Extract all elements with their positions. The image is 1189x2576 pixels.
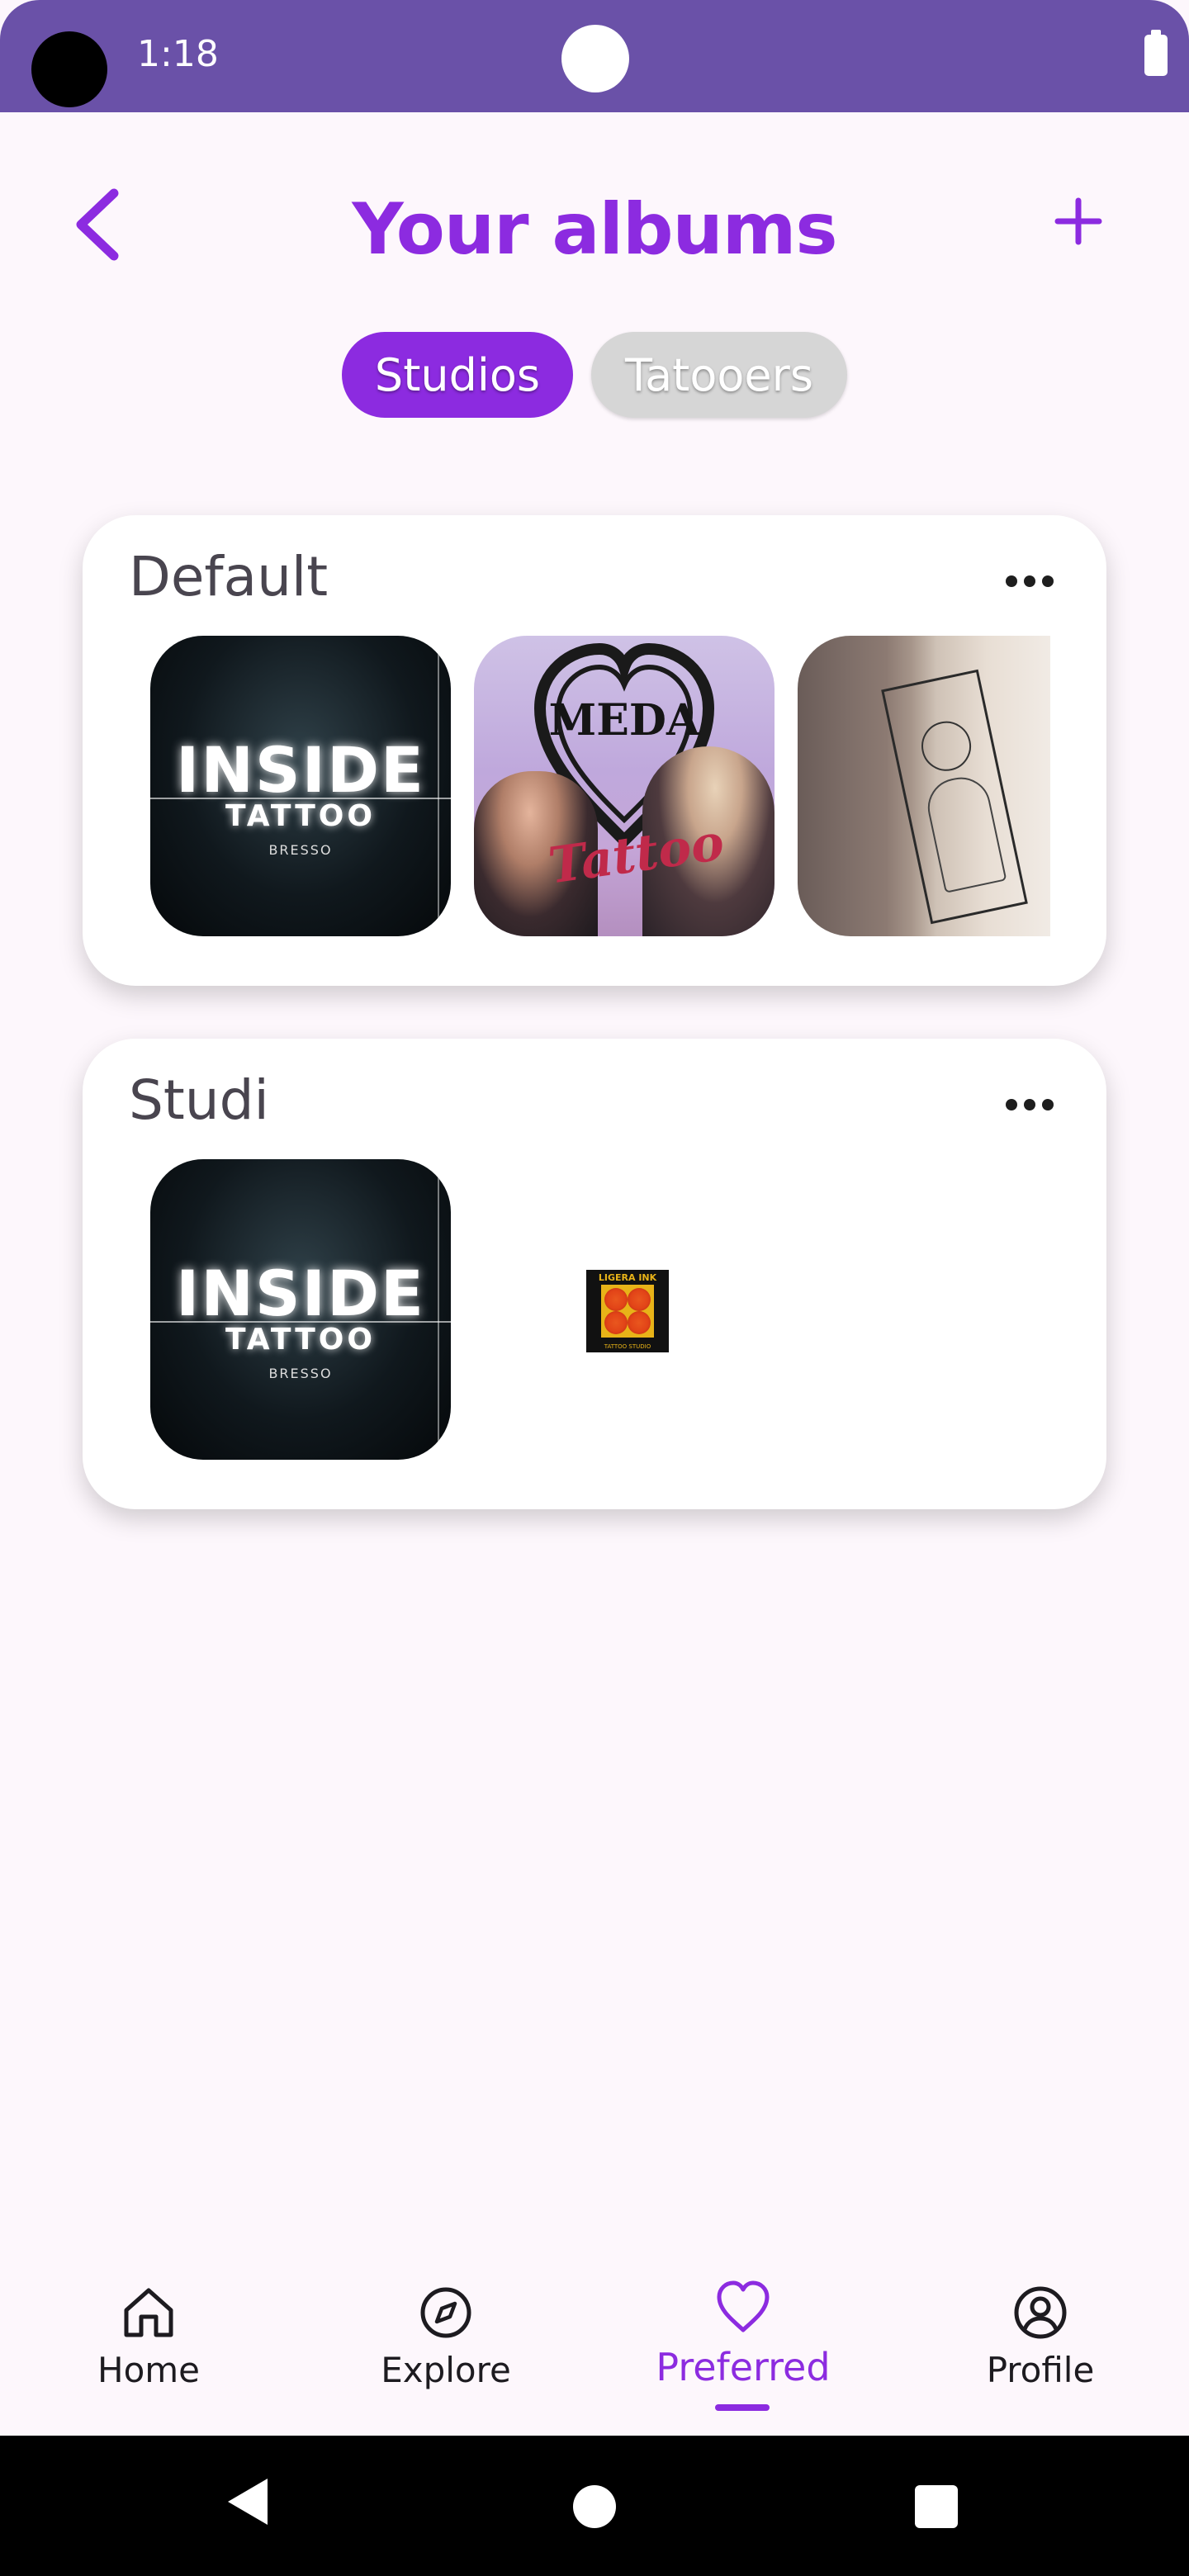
medusa-tattoo-photo: MEDA Tattoo (474, 636, 775, 936)
nav-label: Preferred (656, 2345, 831, 2389)
logo-text: LIGERA INK (598, 1272, 657, 1283)
album-item-arm-tattoo[interactable] (798, 636, 1050, 936)
system-navigation-bar (0, 2436, 1189, 2576)
nav-item-profile[interactable]: Profile (941, 2284, 1139, 2416)
inside-tattoo-logo: INSIDE TATTOO BRESSO (150, 1159, 451, 1460)
user-circle-icon (1014, 2286, 1067, 2339)
album-item-ligera-ink[interactable]: LIGERA INK TATTOO STUDIO (586, 1270, 669, 1352)
album-item-inside-tattoo[interactable]: INSIDE TATTOO BRESSO (150, 636, 451, 936)
logo-small-text: BRESSO (268, 1366, 333, 1381)
album-item-inside-tattoo[interactable]: INSIDE TATTOO BRESSO (150, 1159, 451, 1460)
plus-icon (1054, 197, 1102, 245)
active-tab-indicator (715, 2404, 770, 2411)
nav-label: Explore (381, 2350, 511, 2390)
home-icon (124, 2288, 173, 2337)
compass-icon (420, 2287, 471, 2338)
tab-studios[interactable]: Studios (342, 332, 573, 418)
bottom-navigation: Home Explore Preferred Profile (0, 2234, 1189, 2436)
albums-screen: 1:18 Your albums Studios Tatooers Defaul… (0, 0, 1189, 2576)
add-album-button[interactable] (1044, 187, 1113, 256)
more-dot (1006, 575, 1017, 587)
more-dot (1006, 1099, 1017, 1110)
album-card-studi[interactable]: Studi INSIDE TATTOO BRESSO LIGERA INK TA… (83, 1039, 1106, 1509)
more-dot (1042, 575, 1054, 587)
nav-label: Home (97, 2350, 201, 2390)
system-back-icon[interactable] (225, 2475, 271, 2528)
nav-item-home[interactable]: Home (50, 2284, 248, 2416)
tarot-tattoo-drawing (881, 669, 1028, 925)
system-home-icon[interactable] (573, 2485, 616, 2528)
logo-small-text: BRESSO (268, 842, 333, 858)
page-title: Your albums (352, 188, 837, 271)
more-options-button[interactable] (992, 1080, 1067, 1129)
album-item-medusa-tattoo[interactable]: MEDA Tattoo (474, 636, 775, 936)
nav-item-preferred[interactable]: Preferred (644, 2279, 842, 2411)
camera-cutout (31, 31, 107, 107)
status-time: 1:18 (137, 33, 219, 75)
logo-text: INSIDE (176, 733, 425, 807)
nav-item-explore[interactable]: Explore (347, 2284, 545, 2416)
album-card-default[interactable]: Default INSIDE TATTOO BRESSO MEDA Tattoo (83, 515, 1106, 986)
nav-label: Profile (986, 2350, 1095, 2390)
heart-icon (717, 2280, 770, 2332)
logo-subtext: TATTOO (225, 799, 376, 833)
battery-icon (1144, 30, 1168, 76)
more-dot (1042, 1099, 1054, 1110)
album-name: Studi (129, 1068, 269, 1132)
ligera-ink-logo (601, 1285, 654, 1338)
arm-tattoo-photo (798, 636, 1050, 936)
logo-text: INSIDE (176, 1257, 425, 1330)
svg-text:MEDA: MEDA (549, 695, 700, 746)
tab-tatooers[interactable]: Tatooers (591, 332, 847, 418)
more-dot (1024, 1099, 1035, 1110)
inside-tattoo-logo: INSIDE TATTOO BRESSO (150, 636, 451, 936)
system-recents-icon[interactable] (915, 2485, 958, 2528)
album-name: Default (129, 545, 329, 608)
status-bar: 1:18 (0, 0, 1189, 112)
more-options-button[interactable] (992, 556, 1067, 606)
more-dot (1024, 575, 1035, 587)
logo-subtext: TATTOO STUDIO (604, 1343, 651, 1350)
notification-dot-icon (561, 25, 629, 92)
logo-subtext: TATTOO (225, 1323, 376, 1357)
